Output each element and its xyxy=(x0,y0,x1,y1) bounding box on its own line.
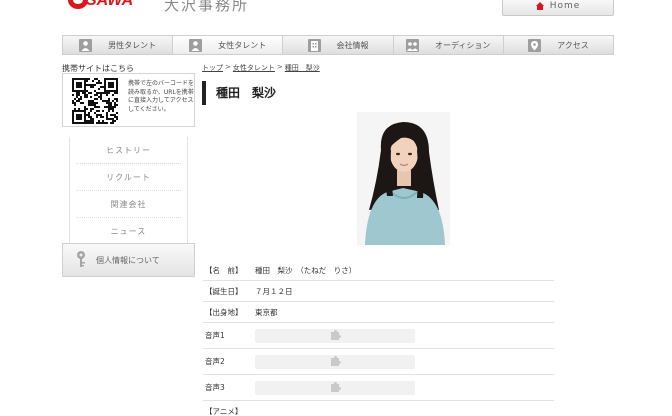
nav-label: アクセス xyxy=(557,40,589,50)
nav-label: オーディション xyxy=(434,40,491,50)
nav-item-male-talent[interactable]: 男性タレント xyxy=(63,36,174,54)
side-menu-label: ニュース xyxy=(110,227,147,236)
side-menu-news[interactable]: ニュース xyxy=(69,218,188,245)
breadcrumb-top[interactable]: トップ xyxy=(202,63,223,73)
profile-value: 東京都 xyxy=(255,307,278,317)
side-menu-recruit[interactable]: リクルート xyxy=(69,164,188,191)
profile-row-birthplace: 【出身地】 東京都 xyxy=(203,302,554,323)
profile-row-name: 【名 前】 種田 梨沙 （たねだ りさ） xyxy=(203,260,554,281)
side-menu-label: ヒストリー xyxy=(106,146,151,155)
voice-label: 音声1 xyxy=(205,331,225,340)
breadcrumb: トップ > 女性タレント > 種田 梨沙 xyxy=(202,63,320,73)
profile-row-voice-2: 音声2 xyxy=(203,349,554,375)
nav-item-access[interactable]: アクセス xyxy=(504,36,613,54)
voice-label: 音声2 xyxy=(205,357,225,366)
nav-item-female-talent[interactable]: 女性タレント xyxy=(173,36,284,54)
nav-label: 男性タレント xyxy=(108,40,157,50)
qr-code-icon[interactable] xyxy=(72,78,118,124)
voice-player-3[interactable] xyxy=(255,380,415,395)
nav-item-company[interactable]: 会社情報 xyxy=(283,36,394,54)
side-menu-label: リクルート xyxy=(106,173,151,182)
profile-row-voice-3: 音声3 xyxy=(203,375,554,401)
profile-value: ７月１２日 xyxy=(255,286,293,296)
profile-label: 【誕生日】 xyxy=(205,286,243,296)
privacy-button[interactable]: 個人情報について xyxy=(62,243,195,277)
talent-name-title: 種田 梨沙 xyxy=(202,81,276,105)
privacy-key-icon xyxy=(74,250,88,270)
profile-value: 種田 梨沙 （たねだ りさ） xyxy=(255,265,357,275)
nav-item-audition[interactable]: オーディション xyxy=(394,36,504,54)
voice-player-1[interactable] xyxy=(255,328,415,343)
side-menu-related-companies[interactable]: 関連会社 xyxy=(69,191,188,218)
profile-label: 【出身地】 xyxy=(205,307,243,317)
puzzle-plugin-icon xyxy=(329,329,341,343)
main-nav: 男性タレント 女性タレント 会社情報 オーディション アクセス xyxy=(62,35,614,55)
breadcrumb-separator: > xyxy=(225,63,231,71)
qr-box: 携帯で左のバーコードを読み取るか、URLを携帯に直接入力してアクセスしてください… xyxy=(62,73,195,127)
profile-label: 【名 前】 xyxy=(205,265,243,275)
qr-instructions: 携帯で左のバーコードを読み取るか、URLを携帯に直接入力してアクセスしてください… xyxy=(128,80,195,113)
side-menu-label: 関連会社 xyxy=(110,200,147,209)
talent-photo xyxy=(357,112,450,245)
profile-table: 【名 前】 種田 梨沙 （たねだ りさ） 【誕生日】 ７月１２日 【出身地】 東… xyxy=(203,260,554,416)
person-icon xyxy=(79,38,93,52)
breadcrumb-separator: > xyxy=(276,63,283,71)
side-menu: ヒストリー リクルート 関連会社 ニュース xyxy=(69,137,188,245)
home-label: Home xyxy=(549,1,581,11)
breadcrumb-current[interactable]: 種田 梨沙 xyxy=(285,63,320,73)
site-name: 大沢事務所 xyxy=(164,0,250,14)
profile-row-anime: 【アニメ】 xyxy=(203,401,554,416)
profile-label: 【アニメ】 xyxy=(205,407,243,416)
profile-row-voice-1: 音声1 xyxy=(203,323,554,349)
nav-label: 会社情報 xyxy=(336,40,369,50)
privacy-label: 個人情報について xyxy=(96,255,160,265)
puzzle-plugin-icon xyxy=(329,381,341,395)
puzzle-plugin-icon xyxy=(329,355,341,369)
side-menu-history[interactable]: ヒストリー xyxy=(69,137,188,164)
breadcrumb-female-talent[interactable]: 女性タレント xyxy=(233,63,275,73)
map-pin-icon xyxy=(528,38,542,52)
home-icon xyxy=(535,2,544,10)
group-icon xyxy=(405,38,419,52)
home-button[interactable]: Home xyxy=(502,0,614,16)
osawa-logo[interactable]: SAWA xyxy=(66,0,156,14)
profile-row-birthday: 【誕生日】 ７月１２日 xyxy=(203,281,554,302)
building-icon xyxy=(307,38,321,52)
svg-text:SAWA: SAWA xyxy=(86,0,133,9)
person-icon xyxy=(189,38,203,52)
nav-label: 女性タレント xyxy=(218,40,267,50)
voice-label: 音声3 xyxy=(205,383,225,392)
voice-player-2[interactable] xyxy=(255,354,415,369)
